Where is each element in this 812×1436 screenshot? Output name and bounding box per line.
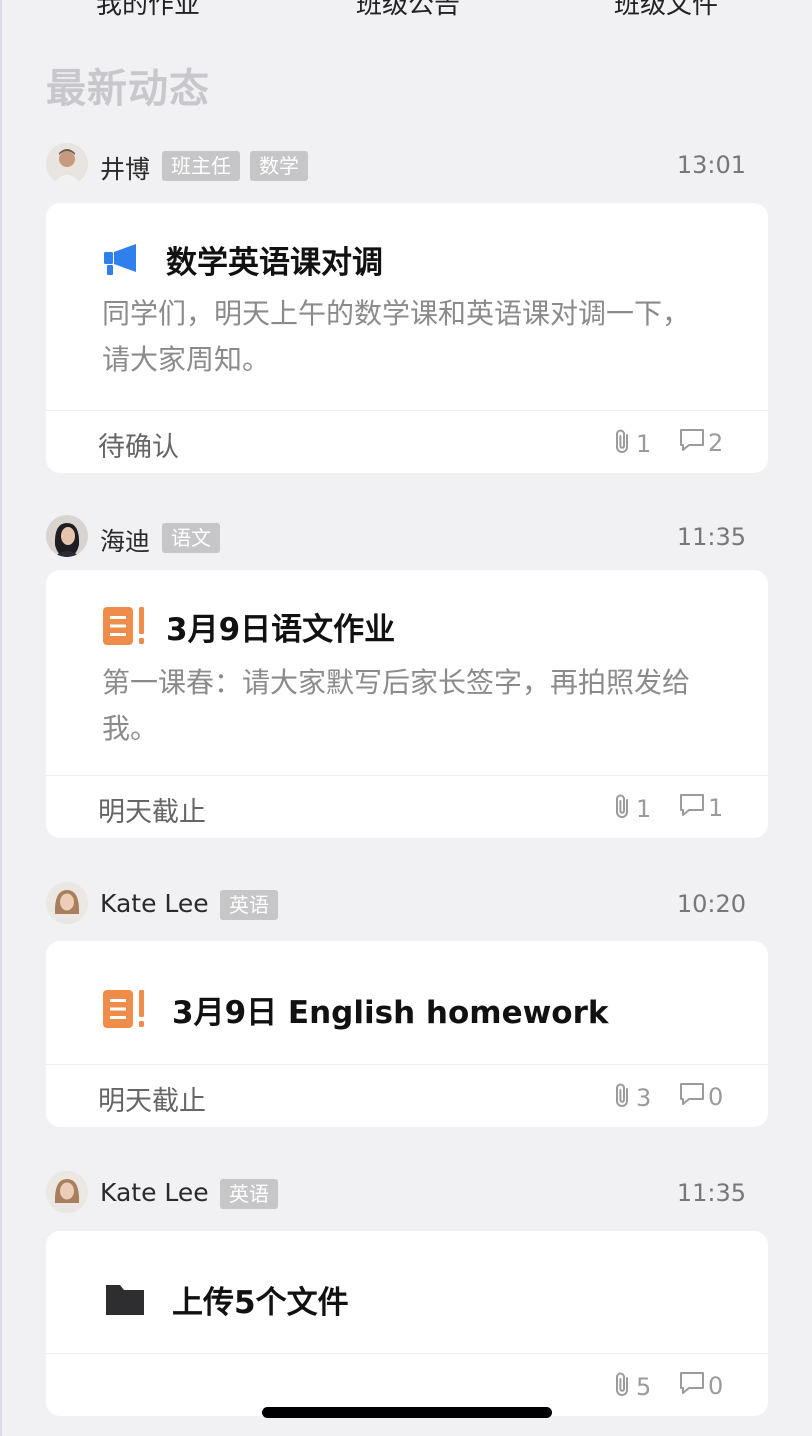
section-title: 最新动态 <box>46 66 210 112</box>
comment-icon <box>678 1370 708 1402</box>
comment-count: 2 <box>678 427 723 459</box>
comment-icon <box>678 792 708 824</box>
avatar[interactable] <box>46 515 88 557</box>
card-body: 同学们，明天上午的数学课和英语课对调一下， 请大家周知。 <box>102 291 738 383</box>
tab-my-homework[interactable]: 我的作业 <box>96 0 200 21</box>
card-header: 3月9日语文作业 <box>102 606 396 648</box>
body-line: 请大家周知。 <box>102 343 271 376</box>
timestamp: 13:01 <box>676 151 746 179</box>
author-name[interactable]: Kate Lee <box>100 889 209 918</box>
status-label: 明天截止 <box>98 1086 206 1117</box>
card-title: 上传5个文件 <box>172 1284 349 1321</box>
card-header: 3月9日 English homework <box>102 989 609 1031</box>
subject-tag: 英语 <box>220 890 278 920</box>
avatar[interactable] <box>46 1171 88 1213</box>
homework-icon <box>102 606 148 646</box>
subject-tag: 语文 <box>162 523 220 553</box>
attachment-count-value: 5 <box>636 1373 652 1401</box>
comment-count: 1 <box>678 792 723 824</box>
author-name[interactable]: 海迪 <box>100 522 150 558</box>
card-header: 数学英语课对调 <box>102 239 383 281</box>
status-label: 明天截止 <box>98 797 206 828</box>
tag-list: 英语 <box>220 890 278 920</box>
timestamp: 11:35 <box>676 523 746 551</box>
body-line: 我。 <box>102 712 159 745</box>
feed-item: 井博 班主任 数学 13:01 数学英语课对调 同学们，明天上午的数学课和英语课… <box>0 143 812 473</box>
comment-count: 0 <box>678 1370 723 1402</box>
tab-class-files[interactable]: 班级文件 <box>614 0 718 21</box>
tag-list: 英语 <box>220 1179 278 1209</box>
author-name[interactable]: Kate Lee <box>100 1178 209 1207</box>
homework-icon <box>102 989 148 1029</box>
comment-count-value: 1 <box>708 794 724 822</box>
post-card[interactable]: 数学英语课对调 同学们，明天上午的数学课和英语课对调一下， 请大家周知。 待确认… <box>46 203 768 473</box>
card-title: 3月9日 English homework <box>172 994 609 1031</box>
attachment-count: 3 <box>612 1081 651 1115</box>
body-line: 同学们，明天上午的数学课和英语课对调一下， <box>102 297 691 330</box>
timestamp: 10:20 <box>676 890 746 918</box>
attachment-count: 1 <box>612 792 651 826</box>
folder-icon <box>102 1279 148 1319</box>
attachment-count-value: 3 <box>636 1084 652 1112</box>
tab-class-announcements[interactable]: 班级公告 <box>356 0 460 21</box>
attachment-count-value: 1 <box>636 430 652 458</box>
author-row: Kate Lee 英语 10:20 <box>46 882 746 926</box>
subject-tag: 数学 <box>250 151 308 181</box>
comment-count-value: 2 <box>708 429 724 457</box>
paperclip-icon <box>612 792 636 826</box>
card-title: 3月9日语文作业 <box>166 611 396 648</box>
feed-item: Kate Lee 英语 11:35 上传5个文件 5 0 <box>0 1171 812 1418</box>
author-row: 海迪 语文 11:35 <box>46 515 746 559</box>
role-tag: 班主任 <box>162 151 240 181</box>
card-header: 上传5个文件 <box>102 1279 349 1321</box>
top-tab-bar: 我的作业 班级公告 班级文件 <box>0 0 812 20</box>
comment-icon <box>678 1081 708 1113</box>
feed-item: 海迪 语文 11:35 3月9日语文作业 第一课春：请大家默写后家长签字，再拍照… <box>0 515 812 840</box>
attachment-count: 1 <box>612 427 651 461</box>
comment-icon <box>678 427 708 459</box>
avatar[interactable] <box>46 882 88 924</box>
avatar[interactable] <box>46 143 88 185</box>
paperclip-icon <box>612 1370 636 1404</box>
home-indicator[interactable] <box>262 1407 552 1418</box>
tag-list: 班主任 数学 <box>162 151 308 181</box>
comment-count-value: 0 <box>708 1083 724 1111</box>
card-footer: 明天截止 3 0 <box>46 1064 768 1127</box>
paperclip-icon <box>612 427 636 461</box>
author-row: 井博 班主任 数学 13:01 <box>46 143 746 187</box>
card-footer: 待确认 1 2 <box>46 410 768 473</box>
comment-count-value: 0 <box>708 1372 724 1400</box>
card-footer: 明天截止 1 1 <box>46 775 768 838</box>
tag-list: 语文 <box>162 523 220 553</box>
subject-tag: 英语 <box>220 1179 278 1209</box>
feed-item: Kate Lee 英语 10:20 3月9日 English homework … <box>0 882 812 1127</box>
attachment-count: 5 <box>612 1370 651 1404</box>
megaphone-icon <box>102 239 148 279</box>
timestamp: 11:35 <box>676 1179 746 1207</box>
post-card[interactable]: 3月9日语文作业 第一课春：请大家默写后家长签字，再拍照发给 我。 明天截止 1… <box>46 570 768 838</box>
comment-count: 0 <box>678 1081 723 1113</box>
paperclip-icon <box>612 1081 636 1115</box>
author-row: Kate Lee 英语 11:35 <box>46 1171 746 1215</box>
post-card[interactable]: 3月9日 English homework 明天截止 3 0 <box>46 941 768 1127</box>
card-body: 第一课春：请大家默写后家长签字，再拍照发给 我。 <box>102 660 738 752</box>
author-name[interactable]: 井博 <box>100 150 150 186</box>
attachment-count-value: 1 <box>636 795 652 823</box>
status-label: 待确认 <box>98 432 179 463</box>
card-title: 数学英语课对调 <box>166 244 383 281</box>
body-line: 第一课春：请大家默写后家长签字，再拍照发给 <box>102 666 691 699</box>
post-card[interactable]: 上传5个文件 5 0 <box>46 1231 768 1416</box>
